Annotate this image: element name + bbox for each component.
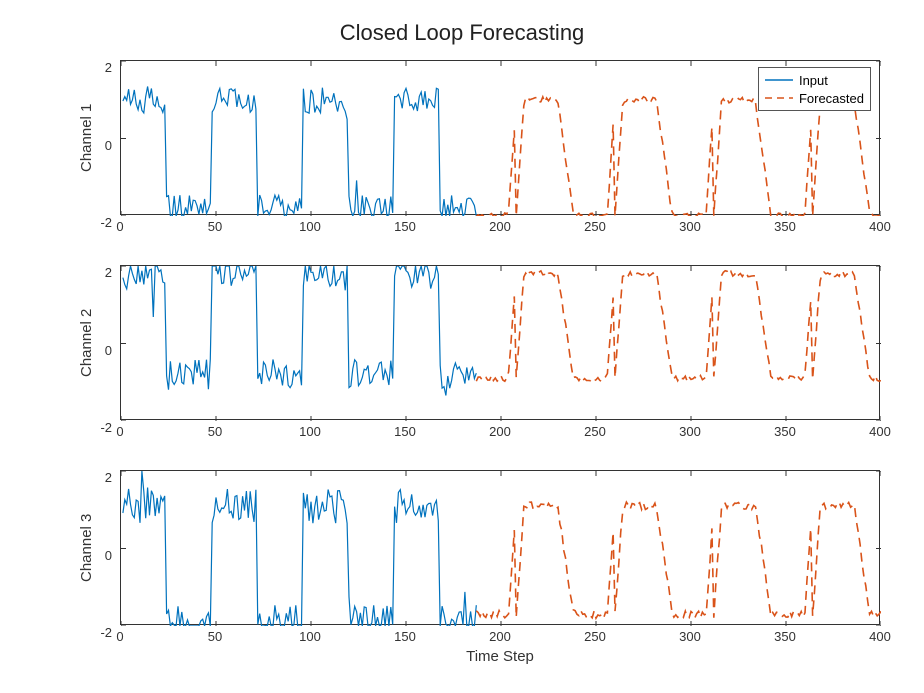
xtick-label: 350	[774, 424, 796, 439]
xtick-label: 50	[208, 219, 222, 234]
xtick-label: 400	[869, 219, 891, 234]
ylabel-3: Channel 3	[78, 514, 95, 582]
xtick-label: 250	[584, 629, 606, 644]
xtick-label: 200	[489, 629, 511, 644]
xtick-label: 50	[208, 629, 222, 644]
legend-swatch-input	[765, 73, 793, 87]
xtick-label: 50	[208, 424, 222, 439]
ylabel-1: Channel 1	[78, 104, 95, 172]
ylabel-2: Channel 2	[78, 309, 95, 377]
legend-label-forecasted: Forecasted	[799, 91, 864, 106]
xtick-label: 350	[774, 219, 796, 234]
xtick-label: 150	[394, 629, 416, 644]
xtick-label: 150	[394, 219, 416, 234]
xtick-label: 400	[869, 424, 891, 439]
xtick-label: 200	[489, 424, 511, 439]
xlabel: Time Step	[120, 648, 880, 665]
xtick-label: 0	[116, 629, 123, 644]
figure: Closed Loop Forecasting Input Forecasted…	[0, 0, 924, 693]
figure-title: Closed Loop Forecasting	[0, 20, 924, 46]
xtick-label: 250	[584, 424, 606, 439]
xtick-label: 300	[679, 424, 701, 439]
xtick-label: 100	[299, 424, 321, 439]
xtick-label: 100	[299, 629, 321, 644]
xtick-label: 200	[489, 219, 511, 234]
xtick-label: 300	[679, 629, 701, 644]
axes-channel-3	[120, 470, 880, 625]
xtick-label: 300	[679, 219, 701, 234]
axes-channel-1: Input Forecasted	[120, 60, 880, 215]
xtick-label: 350	[774, 629, 796, 644]
legend-swatch-forecasted	[765, 91, 793, 105]
legend-entry-forecasted: Forecasted	[765, 89, 864, 107]
legend-label-input: Input	[799, 73, 828, 88]
xtick-label: 400	[869, 629, 891, 644]
xtick-label: 0	[116, 424, 123, 439]
legend: Input Forecasted	[758, 67, 871, 111]
xtick-label: 250	[584, 219, 606, 234]
xtick-label: 150	[394, 424, 416, 439]
xtick-label: 0	[116, 219, 123, 234]
xtick-label: 100	[299, 219, 321, 234]
plot-area-3	[121, 471, 881, 626]
legend-entry-input: Input	[765, 71, 864, 89]
axes-channel-2	[120, 265, 880, 420]
plot-area-2	[121, 266, 881, 421]
